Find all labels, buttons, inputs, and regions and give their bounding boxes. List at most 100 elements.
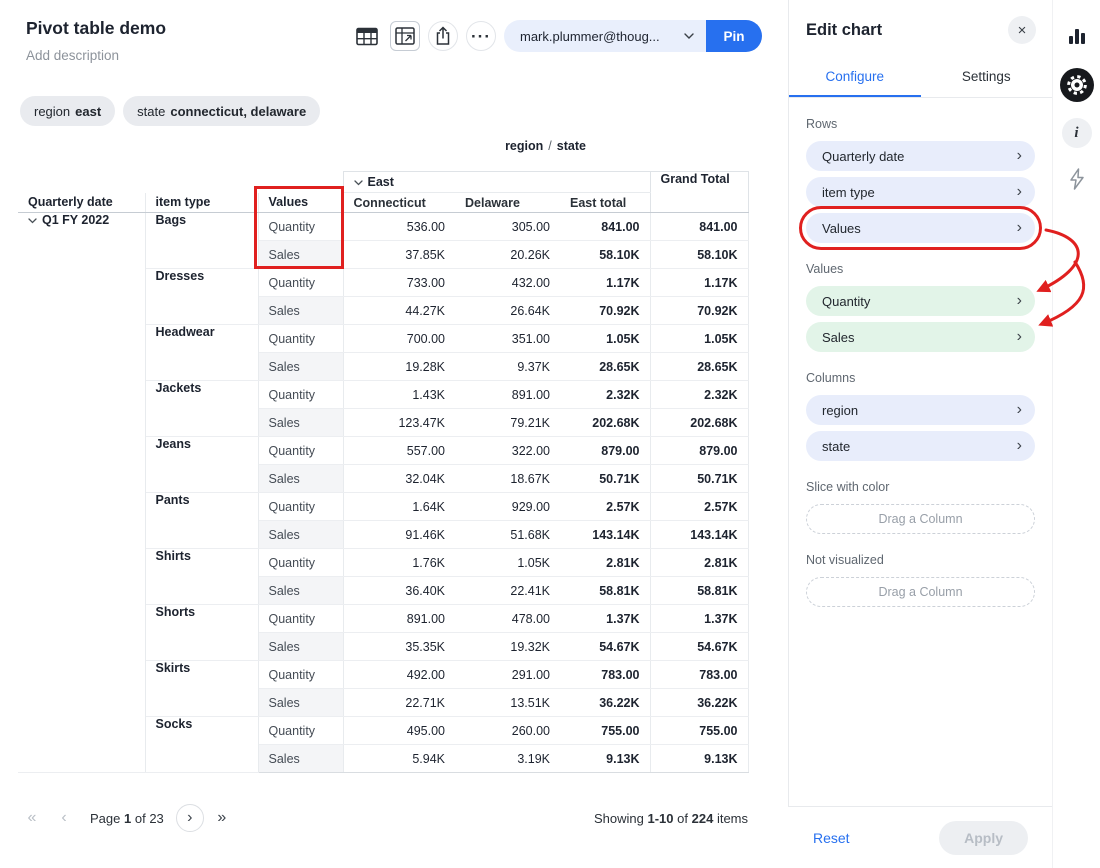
user-dropdown[interactable]: mark.plummer@thoug... — [504, 20, 706, 52]
info-button[interactable]: i — [1062, 118, 1092, 148]
value-cell[interactable]: 305.00 — [455, 213, 560, 241]
value-cell[interactable]: 54.67K — [560, 633, 650, 661]
measure-cell-sales[interactable]: Sales — [258, 241, 343, 269]
value-cell[interactable]: 2.81K — [560, 549, 650, 577]
value-cell[interactable]: 557.00 — [343, 437, 455, 465]
value-cell[interactable]: 1.43K — [343, 381, 455, 409]
table-view-button[interactable] — [352, 21, 382, 51]
value-cell[interactable]: 58.81K — [650, 577, 748, 605]
item-type-cell[interactable]: Socks — [145, 717, 258, 773]
quarterly-date-header[interactable]: Quarterly date — [18, 193, 145, 213]
value-cell[interactable]: 32.04K — [343, 465, 455, 493]
delaware-header[interactable]: Delaware — [455, 193, 560, 213]
value-cell[interactable]: 143.14K — [560, 521, 650, 549]
value-cell[interactable]: 879.00 — [560, 437, 650, 465]
value-cell[interactable]: 58.10K — [560, 241, 650, 269]
value-cell[interactable]: 536.00 — [343, 213, 455, 241]
measure-cell-sales[interactable]: Sales — [258, 465, 343, 493]
item-type-header[interactable]: item type — [145, 193, 258, 213]
measure-cell-sales[interactable]: Sales — [258, 297, 343, 325]
value-cell[interactable]: 3.19K — [455, 745, 560, 773]
value-cell[interactable]: 1.17K — [650, 269, 748, 297]
value-cell[interactable]: 19.32K — [455, 633, 560, 661]
value-cell[interactable]: 841.00 — [650, 213, 748, 241]
value-cell[interactable]: 58.10K — [650, 241, 748, 269]
value-cell[interactable]: 202.68K — [560, 409, 650, 437]
value-cell[interactable]: 28.65K — [560, 353, 650, 381]
value-cell[interactable]: 1.37K — [560, 605, 650, 633]
value-cell[interactable]: 37.85K — [343, 241, 455, 269]
value-cell[interactable]: 478.00 — [455, 605, 560, 633]
measure-cell-sales[interactable]: Sales — [258, 745, 343, 773]
pin-button[interactable]: Pin — [706, 20, 762, 52]
value-cell[interactable]: 79.21K — [455, 409, 560, 437]
value-cell[interactable]: 70.92K — [560, 297, 650, 325]
item-type-cell[interactable]: Bags — [145, 213, 258, 269]
tab-settings[interactable]: Settings — [921, 60, 1053, 97]
item-type-cell[interactable]: Jeans — [145, 437, 258, 493]
value-cell[interactable]: 1.05K — [455, 549, 560, 577]
item-type-cell[interactable]: Jackets — [145, 381, 258, 437]
value-cell[interactable]: 50.71K — [560, 465, 650, 493]
measure-cell-quantity[interactable]: Quantity — [258, 325, 343, 353]
measure-cell-sales[interactable]: Sales — [258, 689, 343, 717]
more-options-button[interactable]: ··· — [466, 21, 496, 51]
field-chip-values[interactable]: Values› — [806, 213, 1035, 243]
value-cell[interactable]: 44.27K — [343, 297, 455, 325]
field-chip-item-type[interactable]: item type› — [806, 177, 1035, 207]
measure-cell-quantity[interactable]: Quantity — [258, 661, 343, 689]
grand-total-header[interactable]: Grand Total — [650, 172, 748, 213]
value-cell[interactable]: 9.13K — [560, 745, 650, 773]
value-cell[interactable]: 783.00 — [560, 661, 650, 689]
chevron-right-icon[interactable]: › — [1017, 438, 1022, 454]
apply-button[interactable]: Apply — [939, 821, 1028, 855]
tab-configure[interactable]: Configure — [789, 60, 921, 97]
value-cell[interactable]: 2.32K — [650, 381, 748, 409]
add-description[interactable]: Add description — [26, 48, 166, 63]
value-cell[interactable]: 1.37K — [650, 605, 748, 633]
measure-cell-sales[interactable]: Sales — [258, 521, 343, 549]
value-cell[interactable]: 1.76K — [343, 549, 455, 577]
value-cell[interactable]: 2.32K — [560, 381, 650, 409]
measure-cell-sales[interactable]: Sales — [258, 353, 343, 381]
settings-button[interactable] — [1060, 68, 1094, 102]
value-cell[interactable]: 19.28K — [343, 353, 455, 381]
value-cell[interactable]: 36.22K — [560, 689, 650, 717]
share-button[interactable] — [428, 21, 458, 51]
value-cell[interactable]: 20.26K — [455, 241, 560, 269]
item-type-cell[interactable]: Skirts — [145, 661, 258, 717]
item-type-cell[interactable]: Pants — [145, 493, 258, 549]
chevron-right-icon[interactable]: › — [1017, 402, 1022, 418]
chevron-right-icon[interactable]: › — [1017, 293, 1022, 309]
value-cell[interactable]: 755.00 — [650, 717, 748, 745]
field-chip-region[interactable]: region› — [806, 395, 1035, 425]
value-cell[interactable]: 70.92K — [650, 297, 748, 325]
value-cell[interactable]: 18.67K — [455, 465, 560, 493]
value-cell[interactable]: 22.71K — [343, 689, 455, 717]
value-cell[interactable]: 50.71K — [650, 465, 748, 493]
last-page-button[interactable]: » — [208, 804, 236, 832]
east-total-header[interactable]: East total — [560, 193, 650, 213]
value-cell[interactable]: 26.64K — [455, 297, 560, 325]
item-type-cell[interactable]: Shorts — [145, 605, 258, 661]
value-cell[interactable]: 755.00 — [560, 717, 650, 745]
measure-cell-sales[interactable]: Sales — [258, 409, 343, 437]
value-cell[interactable]: 2.57K — [650, 493, 748, 521]
chart-insights-button[interactable] — [1067, 26, 1087, 46]
value-cell[interactable]: 51.68K — [455, 521, 560, 549]
spotiq-button[interactable] — [1062, 164, 1092, 194]
value-cell[interactable]: 260.00 — [455, 717, 560, 745]
measure-cell-sales[interactable]: Sales — [258, 633, 343, 661]
connecticut-header[interactable]: Connecticut — [343, 193, 455, 213]
value-cell[interactable]: 492.00 — [343, 661, 455, 689]
value-cell[interactable]: 36.22K — [650, 689, 748, 717]
value-cell[interactable]: 5.94K — [343, 745, 455, 773]
value-cell[interactable]: 495.00 — [343, 717, 455, 745]
value-cell[interactable]: 143.14K — [650, 521, 748, 549]
value-cell[interactable]: 202.68K — [650, 409, 748, 437]
chevron-right-icon[interactable]: › — [1017, 184, 1022, 200]
value-cell[interactable]: 1.64K — [343, 493, 455, 521]
filter-chip-state[interactable]: stateconnecticut, delaware — [123, 96, 320, 126]
chevron-right-icon[interactable]: › — [1017, 148, 1022, 164]
value-cell[interactable]: 54.67K — [650, 633, 748, 661]
